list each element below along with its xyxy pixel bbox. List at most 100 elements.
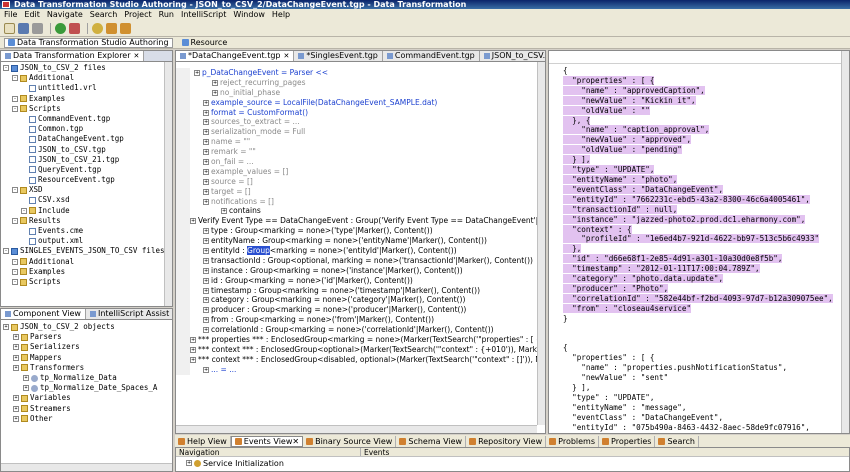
expand-icon[interactable]: + — [13, 334, 19, 341]
expand-icon[interactable]: + — [13, 405, 19, 412]
tree-item[interactable]: - Include — [3, 206, 170, 216]
script-line[interactable]: + instance : Group<marking = none>('insta… — [176, 265, 545, 276]
script-line[interactable]: + *** context *** : EnclosedGroup<disable… — [176, 354, 545, 365]
expand-icon[interactable]: - — [12, 217, 18, 224]
script-line[interactable]: + type : Group<marking = none>('type'|Mar… — [176, 226, 545, 237]
menu-item[interactable]: Run — [159, 10, 174, 19]
script-line[interactable]: + no_initial_phase — [176, 87, 545, 98]
script-line[interactable]: + serialization_mode = Full — [176, 127, 545, 138]
example-vscrollbar[interactable] — [841, 51, 849, 433]
editor-vscrollbar[interactable] — [537, 62, 545, 425]
tab-bottom-view[interactable]: Events View ✕ — [230, 435, 304, 447]
tree-item[interactable]: CommandEvent.tgp — [3, 114, 170, 124]
tree-item[interactable]: JSON_to_CSV_21.tgp — [3, 155, 170, 165]
tree-item[interactable]: - Examples — [3, 267, 170, 277]
script-line[interactable]: + *** context *** : EnclosedGroup<optiona… — [176, 344, 545, 355]
tree-item[interactable]: + Transformers — [3, 363, 170, 373]
expand-icon[interactable]: + — [203, 277, 209, 284]
tree-item[interactable]: + Parsers — [3, 332, 170, 342]
tree-item[interactable]: - Scripts — [3, 104, 170, 114]
tree-item[interactable]: output.xml — [3, 236, 170, 246]
tab-bottom-view[interactable]: Search — [655, 435, 699, 447]
script-line[interactable]: + Verify Event Type == DataChangeEvent : … — [176, 216, 545, 227]
forward-icon[interactable] — [120, 22, 131, 34]
expand-icon[interactable]: - — [12, 187, 18, 194]
expand-icon[interactable]: + — [203, 129, 209, 136]
expand-icon[interactable]: + — [203, 109, 209, 116]
script-line[interactable]: + from : Group<marking = none>('from'|Mar… — [176, 315, 545, 326]
expand-icon[interactable]: + — [13, 344, 19, 351]
script-line[interactable]: + remark = "" — [176, 147, 545, 158]
script-line[interactable]: + p_DataChangeEvent = Parser << — [176, 68, 545, 78]
expand-icon[interactable]: + — [203, 307, 209, 314]
expand-icon[interactable]: + — [203, 247, 209, 254]
menu-item[interactable]: Help — [272, 10, 290, 19]
tab-bottom-view[interactable]: Schema View — [396, 435, 467, 447]
close-icon[interactable]: ✕ — [283, 51, 289, 61]
expand-icon[interactable]: - — [21, 207, 27, 214]
script-line[interactable]: + transactionId : Group<optional, marking… — [176, 255, 545, 266]
expand-icon[interactable]: + — [23, 375, 29, 382]
close-icon[interactable]: ✕ — [292, 437, 299, 446]
tab-editor[interactable]: *DataChangeEvent.tgp ✕ — [176, 51, 295, 61]
debug-icon[interactable] — [69, 22, 80, 34]
script-line[interactable]: + id : Group<marking = none>('id'|Marker(… — [176, 275, 545, 286]
expand-icon[interactable]: - — [3, 248, 9, 255]
component-hscrollbar[interactable] — [1, 463, 172, 471]
tree-item[interactable]: - XSD — [3, 185, 170, 195]
tree-item[interactable]: - JSON_to_CSV_2 files — [3, 63, 170, 73]
script-line[interactable]: + format = CustomFormat() — [176, 107, 545, 118]
expand-icon[interactable]: + — [190, 336, 196, 343]
script-line[interactable]: + contains — [176, 206, 545, 217]
expand-icon[interactable]: + — [203, 238, 209, 245]
expand-icon[interactable]: + — [190, 218, 196, 225]
tab-bottom-view[interactable]: Help View — [175, 435, 231, 447]
tab-bottom-view[interactable]: Binary Source View — [303, 435, 397, 447]
expand-icon[interactable]: + — [203, 188, 209, 195]
expand-icon[interactable]: + — [203, 99, 209, 106]
expand-icon[interactable]: + — [13, 364, 19, 371]
expand-icon[interactable]: + — [13, 354, 19, 361]
tab-bottom-view[interactable]: Properties — [599, 435, 656, 447]
expand-icon[interactable]: + — [203, 178, 209, 185]
expand-icon[interactable]: + — [212, 89, 218, 96]
expand-icon[interactable]: - — [12, 268, 18, 275]
menu-item[interactable]: Window — [233, 10, 265, 19]
search-icon[interactable] — [92, 22, 103, 34]
tree-item[interactable]: - Additional — [3, 73, 170, 83]
expand-icon[interactable]: + — [203, 257, 209, 264]
tree-item[interactable]: - Results — [3, 216, 170, 226]
expand-icon[interactable]: - — [3, 65, 9, 72]
script-line[interactable]: + name = "" — [176, 137, 545, 148]
menu-item[interactable]: File — [4, 10, 17, 19]
script-line[interactable]: + entityName : Group<marking = none>('ent… — [176, 236, 545, 247]
tree-item[interactable]: QueryEvent.tgp — [3, 165, 170, 175]
tree-item[interactable]: - Scripts — [3, 277, 170, 287]
expand-icon[interactable]: + — [23, 385, 29, 392]
tree-item[interactable]: + Mappers — [3, 353, 170, 363]
expand-icon[interactable]: - — [12, 75, 18, 82]
tree-item[interactable]: ResourceEvent.tgp — [3, 175, 170, 185]
tree-item[interactable]: DataChangeEvent.tgp — [3, 134, 170, 144]
explorer-scrollbar[interactable] — [164, 62, 172, 306]
tree-item[interactable]: CSV.xsd — [3, 195, 170, 205]
close-icon[interactable]: ✕ — [134, 51, 140, 61]
tree-item[interactable]: Events.cme — [3, 226, 170, 236]
tree-item[interactable]: untitled1.vrl — [3, 83, 170, 93]
nav-item-service-initialization[interactable]: + Service Initialization — [176, 457, 849, 469]
script-line[interactable]: + timestamp : Group<marking = none>('time… — [176, 285, 545, 296]
back-icon[interactable] — [106, 22, 117, 34]
tree-item[interactable]: + tp_Normalize_Data — [3, 373, 170, 383]
tab-bottom-view[interactable]: Problems — [546, 435, 600, 447]
tree-item[interactable]: + Variables — [3, 393, 170, 403]
script-line[interactable]: + target = [] — [176, 186, 545, 197]
tree-item[interactable]: + Other — [3, 414, 170, 424]
save-icon[interactable] — [18, 22, 29, 34]
expand-icon[interactable]: + — [203, 228, 209, 235]
menu-item[interactable]: Navigate — [47, 10, 83, 19]
expand-icon[interactable]: - — [12, 105, 18, 112]
script-line[interactable]: +... = ... — [176, 364, 545, 375]
menu-item[interactable]: IntelliScript — [181, 10, 226, 19]
expand-icon[interactable]: + — [203, 168, 209, 175]
tab-editor[interactable]: *SinglesEvent.tgp — [294, 51, 383, 61]
